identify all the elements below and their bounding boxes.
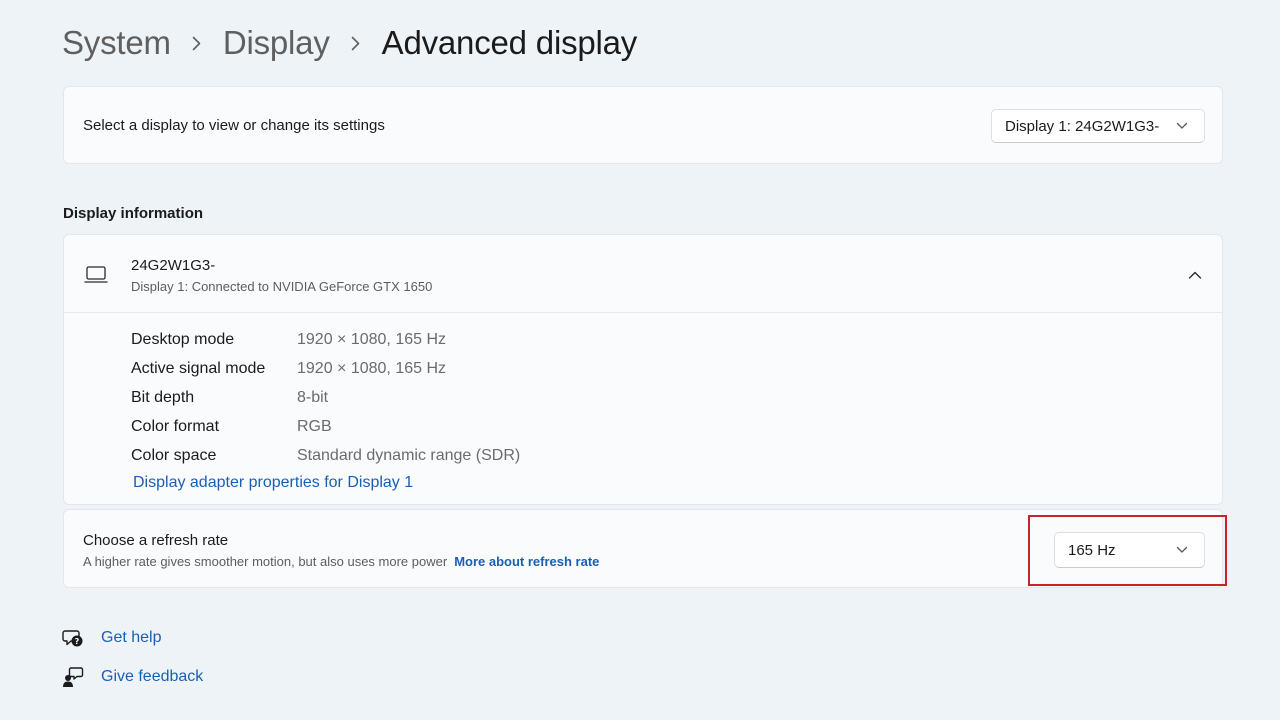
display-name: 24G2W1G3- xyxy=(131,257,216,274)
display-selector-card: Select a display to view or change its s… xyxy=(63,86,1223,164)
info-key: Color format xyxy=(131,417,220,435)
info-value: RGB xyxy=(297,417,332,435)
info-key: Color space xyxy=(131,446,217,464)
info-key: Desktop mode xyxy=(131,330,235,348)
display-selector-label: Select a display to view or change its s… xyxy=(83,117,385,134)
give-feedback-label: Give feedback xyxy=(101,668,204,685)
monitor-icon xyxy=(84,265,108,285)
display-information-card: 24G2W1G3- Display 1: Connected to NVIDIA… xyxy=(63,234,1223,505)
chevron-right-icon xyxy=(345,36,367,51)
breadcrumb-system[interactable]: System xyxy=(62,24,171,62)
display-select-dropdown[interactable]: Display 1: 24G2W1G3- xyxy=(991,109,1205,143)
info-key: Active signal mode xyxy=(131,359,266,377)
get-help-link[interactable]: ? Get help xyxy=(62,627,161,649)
chevron-up-icon[interactable] xyxy=(1188,267,1202,279)
refresh-rate-title: Choose a refresh rate xyxy=(83,532,229,549)
info-row-desktop-mode: Desktop mode 1920 × 1080, 165 Hz xyxy=(131,325,520,354)
get-help-label: Get help xyxy=(101,629,162,646)
info-value: 8-bit xyxy=(297,388,329,406)
info-row-active-signal-mode: Active signal mode 1920 × 1080, 165 Hz xyxy=(131,354,520,383)
info-value: 1920 × 1080, 165 Hz xyxy=(297,330,447,348)
highlight-annotation-box xyxy=(1028,515,1227,586)
give-feedback-link[interactable]: Give feedback xyxy=(62,666,203,688)
feedback-icon xyxy=(62,666,84,688)
info-key: Bit depth xyxy=(131,388,195,406)
refresh-rate-description-line: A higher rate gives smoother motion, but… xyxy=(83,554,599,569)
display-info-header[interactable]: 24G2W1G3- Display 1: Connected to NVIDIA… xyxy=(64,235,1222,313)
chevron-down-icon xyxy=(1176,122,1188,130)
help-icon: ? xyxy=(62,627,84,649)
info-row-bit-depth: Bit depth 8-bit xyxy=(131,383,520,412)
svg-text:?: ? xyxy=(75,637,80,646)
info-row-color-format: Color format RGB xyxy=(131,412,520,441)
display-info-list: Desktop mode 1920 × 1080, 165 Hz Active … xyxy=(131,325,520,470)
refresh-rate-description: A higher rate gives smoother motion, but… xyxy=(83,554,448,569)
info-value: Standard dynamic range (SDR) xyxy=(297,446,521,464)
display-connection-subtitle: Display 1: Connected to NVIDIA GeForce G… xyxy=(131,279,433,294)
breadcrumb-display[interactable]: Display xyxy=(223,24,330,62)
page-title: Advanced display xyxy=(381,24,638,61)
display-select-value: Display 1: 24G2W1G3- xyxy=(1005,117,1160,135)
info-value: 1920 × 1080, 165 Hz xyxy=(297,359,447,377)
breadcrumb: System Display Advanced display xyxy=(62,20,637,66)
info-row-color-space: Color space Standard dynamic range (SDR) xyxy=(131,441,520,470)
more-about-refresh-rate-link[interactable]: More about refresh rate xyxy=(454,554,599,569)
display-adapter-properties-link[interactable]: Display adapter properties for Display 1 xyxy=(133,474,413,492)
advanced-display-page: System Display Advanced display Select a… xyxy=(0,0,1280,720)
display-information-heading: Display information xyxy=(63,205,204,222)
chevron-right-icon xyxy=(186,36,208,51)
